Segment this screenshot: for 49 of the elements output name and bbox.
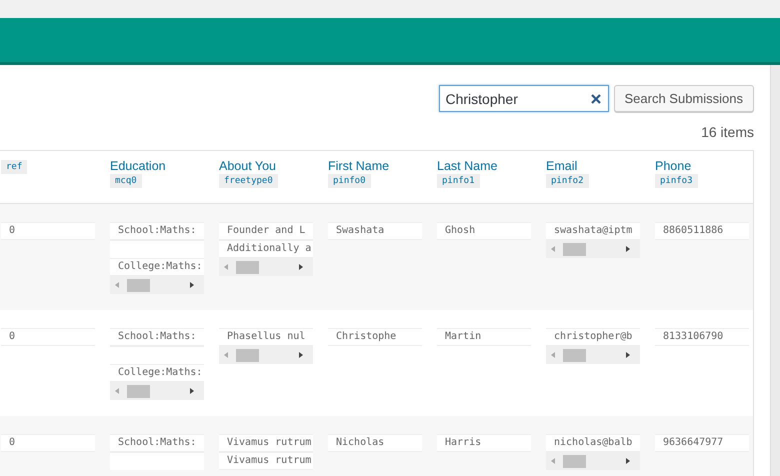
cell-field[interactable]: Ghosh bbox=[437, 222, 531, 240]
cell-field[interactable]: 0 bbox=[1, 328, 95, 346]
cell-field[interactable]: Swashata bbox=[328, 222, 422, 240]
cell-field[interactable]: Harris bbox=[437, 434, 531, 452]
cell-field[interactable]: Nicholas bbox=[328, 434, 422, 452]
column-header[interactable]: About You bbox=[219, 159, 276, 173]
column-header[interactable]: Education bbox=[110, 159, 166, 173]
horizontal-scrollbar[interactable] bbox=[110, 382, 204, 400]
cell-field[interactable]: Vivamus rutrum bbox=[219, 434, 313, 452]
column-header[interactable]: Phone bbox=[655, 159, 692, 173]
cell-field[interactable]: Vivamus rutrum bbox=[219, 452, 313, 470]
cell-field[interactable]: School:Maths: bbox=[110, 222, 204, 240]
horizontal-scrollbar[interactable] bbox=[219, 346, 313, 364]
column-tag: ref bbox=[1, 160, 28, 174]
column-tag: pinfo0 bbox=[328, 174, 371, 188]
column-tag: mcq0 bbox=[110, 174, 142, 188]
column-header[interactable]: Last Name bbox=[437, 159, 498, 173]
column-tag: pinfo3 bbox=[655, 174, 698, 188]
column-tag: pinfo2 bbox=[546, 174, 589, 188]
column-tag: freetype0 bbox=[219, 174, 278, 188]
cell-field[interactable]: Martin bbox=[437, 328, 531, 346]
cell-field[interactable]: Christophe bbox=[328, 328, 422, 346]
cell-field[interactable]: Additionally a bbox=[219, 240, 313, 258]
cell-field[interactable]: Phasellus nul bbox=[219, 328, 313, 346]
cell-field[interactable]: College:Maths: bbox=[110, 258, 204, 276]
column-header[interactable]: First Name bbox=[328, 159, 390, 173]
cell-field[interactable]: nicholas@balb bbox=[546, 434, 640, 452]
cell-field[interactable]: 8133106790 bbox=[655, 328, 749, 346]
cell-field[interactable]: 0 bbox=[1, 434, 95, 452]
cell-field[interactable]: 8860511886 bbox=[655, 222, 749, 240]
horizontal-scrollbar[interactable] bbox=[219, 258, 313, 276]
cell-field[interactable]: christopher@b bbox=[546, 328, 640, 346]
horizontal-scrollbar[interactable] bbox=[546, 346, 640, 364]
clear-icon[interactable] bbox=[590, 94, 600, 104]
cell-field[interactable]: 0 bbox=[1, 222, 95, 240]
cell-field[interactable]: Founder and L bbox=[219, 222, 313, 240]
cell-field[interactable]: College:Maths: bbox=[110, 364, 204, 382]
column-header[interactable]: Email bbox=[546, 159, 578, 173]
horizontal-scrollbar[interactable] bbox=[546, 240, 640, 258]
item-count: 16 items bbox=[701, 124, 754, 140]
horizontal-scrollbar[interactable] bbox=[546, 452, 640, 470]
horizontal-scrollbar[interactable] bbox=[110, 276, 204, 294]
cell-field[interactable]: 9636647977 bbox=[655, 434, 749, 452]
column-tag: pinfo1 bbox=[437, 174, 480, 188]
cell-field[interactable]: School:Maths: bbox=[110, 328, 204, 346]
cell-field[interactable]: swashata@iptm bbox=[546, 222, 640, 240]
cell-field[interactable]: School:Maths: bbox=[110, 434, 204, 452]
search-button[interactable]: Search Submissions bbox=[614, 85, 754, 112]
search-field[interactable]: Christopher bbox=[438, 85, 608, 112]
